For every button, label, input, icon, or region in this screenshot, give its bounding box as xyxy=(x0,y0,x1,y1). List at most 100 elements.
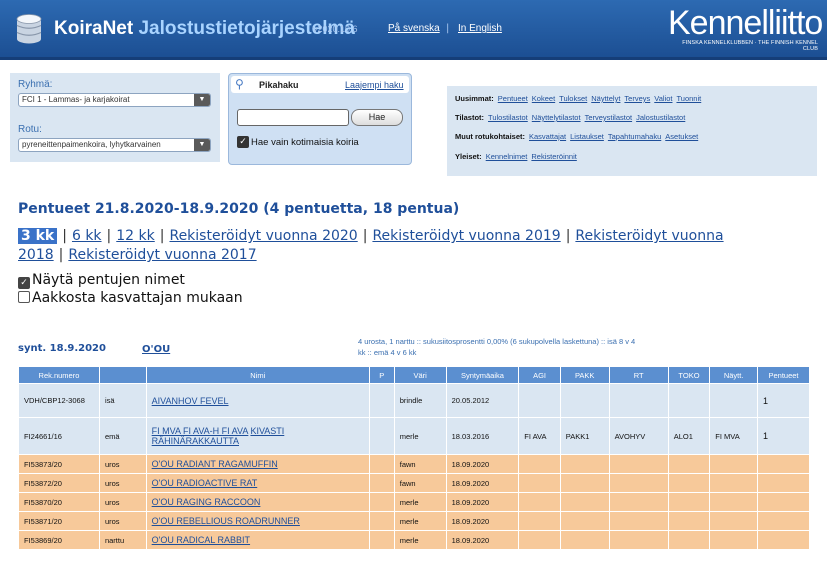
rt-cell xyxy=(608,383,669,418)
empty-cell xyxy=(559,530,610,550)
quick-link[interactable]: Rekisteröinnit xyxy=(531,152,576,161)
dog-name-link[interactable]: O'OU RADICAL RABBIT xyxy=(152,535,250,545)
dog-name-cell: O'OU RADIANT RAGAMUFFIN xyxy=(145,454,370,474)
dog-name-cell: O'OU REBELLIOUS ROADRUNNER xyxy=(145,511,370,531)
litter-stats-line: 4 urosta, 1 narttu :: sukusiitosprosentt… xyxy=(358,337,636,346)
app-version: v2020.10.6 xyxy=(313,24,358,34)
empty-cell xyxy=(709,454,758,474)
show-names-checkbox[interactable]: ✓ xyxy=(18,277,30,289)
column-header[interactable]: Rek.numero xyxy=(18,366,100,384)
quick-link[interactable]: Tulostilastot xyxy=(488,113,528,122)
quick-link[interactable]: Tulokset xyxy=(559,94,587,103)
quick-link[interactable]: Tapahtumahaku xyxy=(608,132,661,141)
reg-number: FI53871/20 xyxy=(18,511,100,531)
period-separator: | xyxy=(62,228,67,244)
period-link[interactable]: Rekisteröidyt vuonna 2017 xyxy=(68,247,256,263)
app-title[interactable]: KoiraNet Jalostustietojärjestelmä xyxy=(54,18,355,40)
quick-link[interactable]: Kokeet xyxy=(532,94,555,103)
quick-link[interactable]: Kasvattajat xyxy=(529,132,566,141)
period-separator: | xyxy=(106,228,112,244)
sort-breeder-option[interactable]: Aakkosta kasvattajan mukaan xyxy=(18,290,243,306)
dog-name-link[interactable]: AIVANHOV FEVEL xyxy=(152,396,229,406)
quick-link[interactable]: Tuonnit xyxy=(676,94,701,103)
quick-link[interactable]: Asetukset xyxy=(665,132,698,141)
search-button[interactable]: Hae xyxy=(351,109,403,126)
p-cell xyxy=(368,473,395,493)
dog-name-cell: O'OU RAGING RACCOON xyxy=(145,492,370,512)
quick-link[interactable]: Listaukset xyxy=(570,132,604,141)
column-header[interactable]: TOKO xyxy=(667,366,711,384)
quick-link[interactable]: Terveystilastot xyxy=(585,113,633,122)
dog-name-link[interactable]: O'OU RAGING RACCOON xyxy=(152,497,261,507)
column-header[interactable]: Pentueet xyxy=(757,366,810,384)
empty-cell xyxy=(518,492,561,512)
empty-cell xyxy=(667,511,711,531)
dog-titles[interactable]: FI MVA FI AVA-H FI AVA xyxy=(152,426,249,436)
column-header[interactable]: P xyxy=(368,366,395,384)
sort-breeder-label: Aakkosta kasvattajan mukaan xyxy=(32,290,243,306)
column-header[interactable] xyxy=(98,366,147,384)
quick-link[interactable]: Näyttelyt xyxy=(591,94,620,103)
sex-cell: uros xyxy=(98,511,147,531)
search-input[interactable] xyxy=(237,109,349,126)
empty-cell xyxy=(667,530,711,550)
reg-number: FI24661/16 xyxy=(18,417,100,455)
quick-link[interactable]: Terveys xyxy=(624,94,650,103)
birthdate-cell: 18.09.2020 xyxy=(445,492,520,512)
lang-swedish-link[interactable]: På svenska xyxy=(388,23,440,34)
dog-name-link[interactable]: O'OU REBELLIOUS ROADRUNNER xyxy=(152,516,300,526)
sex-cell: narttu xyxy=(98,530,147,550)
period-separator: | xyxy=(58,247,64,263)
quick-link[interactable]: Jalostustilastot xyxy=(636,113,685,122)
quick-link[interactable]: Näyttelytilastot xyxy=(532,113,581,122)
column-header[interactable]: AGI xyxy=(518,366,561,384)
litter-stats: 4 urosta, 1 narttu :: sukusiitosprosentt… xyxy=(358,336,758,358)
parent-role: emä xyxy=(98,417,147,455)
quick-link[interactable]: Kennelnimet xyxy=(486,152,528,161)
breed-select[interactable]: pyreneittenpaimenkoira, lyhytkarvainen ▼ xyxy=(18,138,211,152)
period-link[interactable]: Rekisteröidyt vuonna 2019 xyxy=(372,228,560,244)
column-header[interactable]: PAKK xyxy=(559,366,610,384)
lang-english-link[interactable]: In English xyxy=(458,23,502,34)
column-header[interactable]: Nimi xyxy=(145,366,370,384)
dog-name-link[interactable]: O'OU RADIANT RAGAMUFFIN xyxy=(152,459,278,469)
group-label: Ryhmä: xyxy=(18,79,53,90)
column-header[interactable]: RT xyxy=(608,366,669,384)
quick-link[interactable]: Valiot xyxy=(654,94,672,103)
domestic-only-checkbox[interactable]: ✓ xyxy=(237,136,249,148)
period-link[interactable]: 12 kk xyxy=(116,228,154,244)
period-link[interactable]: 3 kk xyxy=(18,228,58,244)
group-select[interactable]: FCI 1 - Lammas- ja karjakoirat ▼ xyxy=(18,93,211,107)
page-title: Pentueet 21.8.2020-18.9.2020 (4 pentuett… xyxy=(18,201,460,217)
empty-cell xyxy=(667,492,711,512)
quick-link[interactable]: Pentueet xyxy=(498,94,528,103)
empty-cell xyxy=(608,454,669,474)
empty-cell xyxy=(559,473,610,493)
table-header-row: Rek.numero Nimi P Väri Syntymäaika AGI PAKK RT T… xyxy=(18,366,810,384)
sort-breeder-checkbox[interactable] xyxy=(18,291,30,303)
dog-name-link[interactable]: O'OU RADIOACTIVE RAT xyxy=(152,478,258,488)
column-header[interactable]: Näytt. xyxy=(709,366,758,384)
chevron-down-icon: ▼ xyxy=(194,94,210,106)
reg-number: FI53873/20 xyxy=(18,454,100,474)
p-cell xyxy=(368,417,395,455)
column-header[interactable]: Syntymäaika xyxy=(445,366,520,384)
color-cell: merle xyxy=(393,492,447,512)
kennelliitto-logo[interactable]: Kennelliitto FINSKA KENNELKLUBBEN · THE … xyxy=(668,4,823,52)
p-cell xyxy=(368,383,395,418)
empty-cell xyxy=(709,511,758,531)
quick-links-row-label: Muut rotukohtaiset: xyxy=(455,132,525,141)
period-link[interactable]: 6 kk xyxy=(72,228,102,244)
advanced-search-link[interactable]: Laajempi haku xyxy=(345,80,404,90)
reg-number: FI53869/20 xyxy=(18,530,100,550)
p-cell xyxy=(368,492,395,512)
litter-kennel-link[interactable]: O'OU xyxy=(142,344,170,355)
period-link[interactable]: Rekisteröidyt vuonna 2020 xyxy=(169,228,357,244)
dog-name-cell: FI MVA FI AVA-H FI AVA KIVASTI RÄHINÄRAK… xyxy=(145,417,370,455)
column-header[interactable]: Väri xyxy=(393,366,447,384)
show-names-option[interactable]: ✓ Näytä pentujen nimet xyxy=(18,272,185,289)
lang-separator: | xyxy=(446,23,450,34)
p-cell xyxy=(368,454,395,474)
color-cell: fawn xyxy=(393,473,447,493)
empty-cell xyxy=(709,473,758,493)
